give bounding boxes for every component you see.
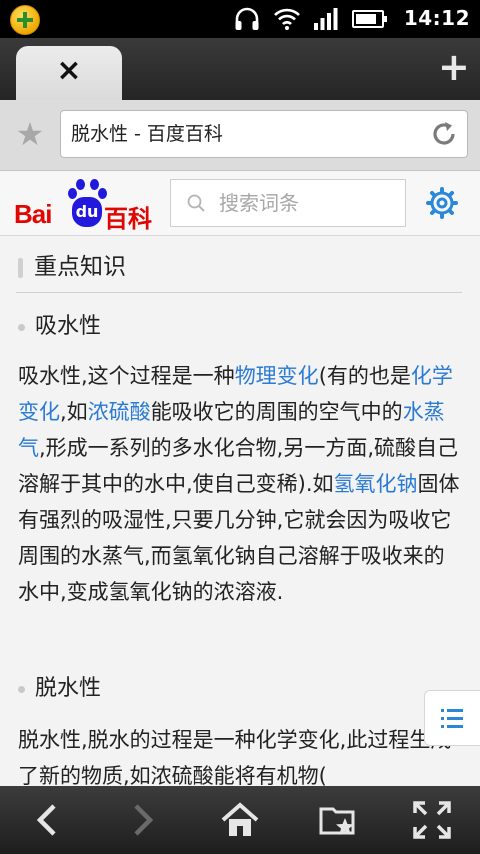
subheading-absorbency: 吸水性	[18, 312, 101, 342]
logo-paw	[76, 179, 85, 190]
paragraph-dehydration: 脱水性,脱水的过程是一种化学变化,此过程生成了新的物质,如浓硫酸能将有机物(	[18, 728, 452, 786]
logo-du-text: du	[72, 197, 102, 227]
subheading-text: 脱水性	[35, 676, 102, 701]
fullscreen-icon[interactable]	[412, 800, 452, 840]
headset-icon	[235, 7, 259, 30]
logo-paw	[98, 188, 107, 199]
status-icons	[234, 7, 387, 31]
article-link[interactable]: 氢氧化钠	[334, 472, 418, 496]
gear-icon[interactable]	[426, 187, 458, 219]
paragraph-text: 能吸收它的周围的空气中的	[150, 400, 403, 424]
bottom-toolbar	[0, 786, 480, 854]
bullet-dot	[18, 685, 25, 693]
home-icon[interactable]	[220, 800, 260, 840]
search-placeholder: 搜索词条	[219, 191, 299, 215]
browser-tab[interactable]: ×	[16, 46, 122, 100]
bullet-dot	[18, 323, 25, 331]
baidu-header: Bai du 百科 搜索词条	[0, 171, 480, 236]
clock: 14:12	[403, 6, 470, 30]
section-marker	[18, 258, 23, 278]
url-text[interactable]: 脱水性 - 百度百科	[71, 111, 223, 157]
paragraph-text: 吸水性,这个过程是一种	[18, 364, 235, 388]
baidu-baike-logo[interactable]: Bai du 百科	[14, 179, 154, 233]
bookmarks-folder-icon[interactable]	[318, 800, 358, 840]
logo-paw	[90, 179, 99, 190]
list-icon	[441, 709, 463, 728]
section-title: 重点知识	[34, 254, 126, 280]
app-notification-icon	[10, 5, 40, 35]
tab-bar: × +	[0, 38, 480, 100]
logo-baike-text: 百科	[104, 205, 152, 233]
wifi-icon	[274, 8, 300, 30]
paragraph-text: ,如	[60, 400, 88, 424]
address-bar: ★ 脱水性 - 百度百科	[0, 100, 480, 171]
search-icon	[187, 194, 205, 212]
battery-icon	[352, 10, 387, 28]
table-of-contents-button[interactable]	[424, 690, 480, 746]
article-link[interactable]: 浓硫酸	[88, 400, 151, 424]
logo-paw	[68, 188, 77, 199]
signal-icon	[314, 8, 338, 30]
star-icon[interactable]: ★	[14, 118, 46, 150]
subheading-text: 吸水性	[35, 314, 102, 339]
plus-icon[interactable]: +	[438, 48, 470, 86]
subheading-dehydration: 脱水性	[18, 674, 101, 704]
reload-icon[interactable]	[429, 119, 459, 149]
paragraph-text: (有的也是	[318, 364, 411, 388]
close-icon[interactable]: ×	[54, 56, 84, 86]
status-bar: 14:12	[0, 0, 480, 38]
section-header: 重点知识	[16, 250, 462, 293]
forward-icon[interactable]	[122, 800, 162, 840]
article-content: 重点知识 吸水性 吸水性,这个过程是一种物理变化(有的也是化学变化,如浓硫酸能吸…	[0, 236, 480, 786]
logo-bai-text: Bai	[14, 199, 52, 229]
search-input[interactable]: 搜索词条	[170, 179, 406, 227]
back-icon[interactable]	[28, 800, 68, 840]
paragraph-absorbency: 吸水性,这个过程是一种物理变化(有的也是化学变化,如浓硫酸能吸收它的周围的空气中…	[18, 358, 464, 610]
article-link[interactable]: 物理变化	[235, 364, 319, 388]
url-field[interactable]: 脱水性 - 百度百科	[60, 110, 468, 158]
